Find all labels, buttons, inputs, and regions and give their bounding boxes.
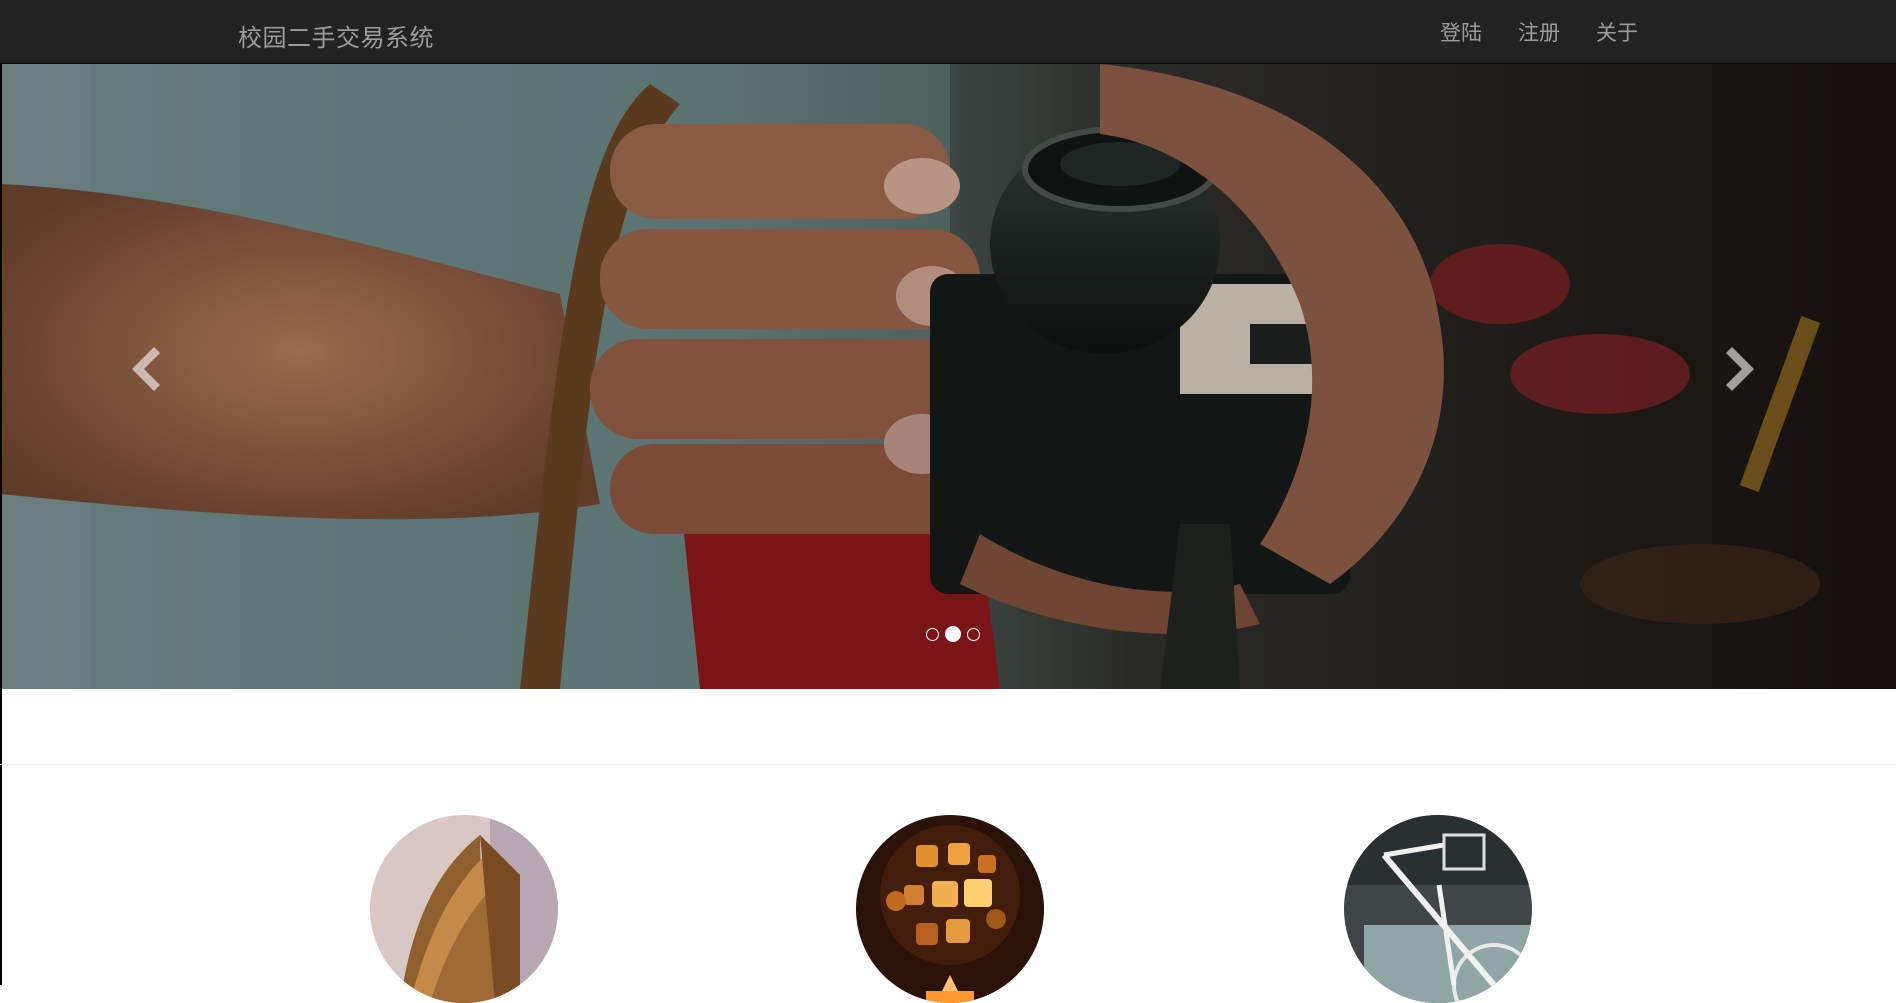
carousel-indicator-1[interactable] — [926, 627, 939, 641]
carousel-slide-image — [0, 64, 1896, 689]
section-divider — [0, 764, 1896, 765]
carousel-indicators — [923, 626, 983, 642]
app-icons-projector-icon — [856, 815, 1044, 1003]
feature-tech-image[interactable] — [856, 815, 1044, 1003]
nav-login-link[interactable]: 登陆 — [1440, 17, 1482, 47]
nav-register-link[interactable]: 注册 — [1518, 17, 1560, 47]
hero-carousel — [0, 64, 1896, 689]
chevron-right-icon — [1726, 347, 1754, 391]
page-left-border — [0, 64, 2, 985]
carousel-prev-button[interactable] — [114, 339, 174, 399]
open-book-icon — [370, 815, 558, 1003]
nav-links: 登陆 注册 关于 — [1440, 0, 1674, 64]
brand-link[interactable]: 校园二手交易系统 — [238, 18, 434, 53]
carousel-next-button[interactable] — [1712, 339, 1772, 399]
chevron-left-icon — [132, 347, 160, 391]
carousel-indicator-3[interactable] — [967, 627, 980, 641]
bicycle-icon — [1344, 815, 1532, 1003]
carousel-indicator-2-active[interactable] — [945, 626, 961, 642]
feature-bike-image[interactable] — [1344, 815, 1532, 1003]
feature-books-image[interactable] — [370, 815, 558, 1003]
top-navbar: 校园二手交易系统 登陆 注册 关于 — [0, 0, 1896, 64]
nav-about-link[interactable]: 关于 — [1596, 17, 1638, 47]
